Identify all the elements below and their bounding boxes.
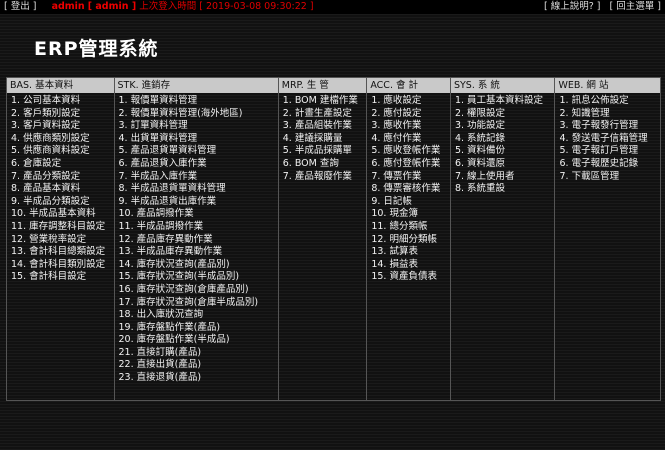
menu-item[interactable]: 6. 產品退貨入庫作業 (119, 158, 278, 171)
menu-item[interactable]: 3. 功能設定 (455, 120, 555, 133)
top-bar: [ 登出 ] admin [ admin ] 上次登入時間 [ 2019-03-… (0, 0, 665, 14)
top-bar-right: [ 線上說明? ] [ 回主選單 ] (544, 0, 661, 14)
menu-item[interactable]: 3. 應收作業 (371, 120, 450, 133)
menu-item[interactable]: 6. BOM 查詢 (283, 158, 367, 171)
menu-item[interactable]: 12. 明細分類帳 (371, 234, 450, 247)
top-bar-left: [ 登出 ] admin [ admin ] 上次登入時間 [ 2019-03-… (4, 0, 314, 14)
menu-item[interactable]: 3. 客戶資料設定 (11, 120, 114, 133)
menu-item[interactable]: 18. 出入庫狀況查詢 (119, 309, 278, 322)
menu-item[interactable]: 1. 訊息公佈設定 (559, 95, 660, 108)
menu-item[interactable]: 22. 直接出貨(產品) (119, 359, 278, 372)
menu-item[interactable]: 15. 庫存狀況查詢(半成品別) (119, 271, 278, 284)
menu-item[interactable]: 8. 產品基本資料 (11, 183, 114, 196)
menu-item[interactable]: 4. 出貨單資料管理 (119, 133, 278, 146)
menu-item[interactable]: 6. 資料還原 (455, 158, 555, 171)
menu-column-acc: ACC. 會 計 1. 應收設定 2. 應付設定 3. 應收作業 4. 應付作業 5. … (367, 78, 451, 400)
menu-item[interactable]: 3. 產品組裝作業 (283, 120, 367, 133)
menu-item[interactable]: 3. 訂單資料管理 (119, 120, 278, 133)
menu-item[interactable]: 4. 建議採購量 (283, 133, 367, 146)
menu-item[interactable]: 12. 產品庫存異動作業 (119, 234, 278, 247)
menu-item[interactable]: 1. 公司基本資料 (11, 95, 114, 108)
menu-item[interactable]: 17. 庫存狀況查詢(倉庫半成品別) (119, 297, 278, 310)
menu-item[interactable]: 15. 會計科目設定 (11, 271, 114, 284)
menu-item[interactable]: 2. 報價單資料管理(海外地區) (119, 108, 278, 121)
menu-item[interactable]: 2. 計畫生產設定 (283, 108, 367, 121)
menu-item[interactable]: 2. 權限設定 (455, 108, 555, 121)
menu-item[interactable]: 5. 電子報訂戶管理 (559, 145, 660, 158)
menu-item[interactable]: 5. 半成品採購單 (283, 145, 367, 158)
last-login-time: 上次登入時間 [ 2019-03-08 09:30:22 ] (139, 1, 314, 12)
menu-item[interactable]: 9. 半成品分類設定 (11, 196, 114, 209)
menu-column-mrp: MRP. 生 管 1. BOM 建檔作業 2. 計畫生產設定 3. 產品組裝作業 4.… (278, 78, 368, 400)
menu-item[interactable]: 4. 供應商類別設定 (11, 133, 114, 146)
menu-column-web: WEB. 網 站 1. 訊息公佈設定 2. 知識管理 3. 電子報發行管理 4. 發送… (555, 78, 660, 400)
menu-item[interactable]: 13. 半成品庫存異動作業 (119, 246, 278, 259)
menu-item[interactable]: 7. 半成品入庫作業 (119, 171, 278, 184)
menu-item[interactable]: 7. 線上使用者 (455, 171, 555, 184)
column-header-sys: SYS. 系 統 (450, 78, 555, 93)
menu-item[interactable]: 13. 試算表 (371, 246, 450, 259)
page-title: ERP管理系統 (34, 38, 159, 60)
menu-item[interactable]: 1. 員工基本資料設定 (455, 95, 555, 108)
menu-item[interactable]: 12. 營業稅率設定 (11, 234, 114, 247)
menu-item[interactable]: 16. 庫存狀況查詢(倉庫產品別) (119, 284, 278, 297)
menu-item[interactable]: 7. 下載區管理 (559, 171, 660, 184)
menu-column-bas: BAS. 基本資料 1. 公司基本資料 2. 客戶類別設定 3. 客戶資料設定 4. … (7, 78, 115, 400)
logout-link[interactable]: [ 登出 ] (4, 1, 36, 12)
menu-item[interactable]: 11. 半成品調撥作業 (119, 221, 278, 234)
menu-item[interactable]: 14. 庫存狀況查詢(產品別) (119, 259, 278, 272)
user-id: [ admin ] (87, 1, 137, 12)
menu-item[interactable]: 1. 應收設定 (371, 95, 450, 108)
menu-item[interactable]: 5. 產品退貨單資料管理 (119, 145, 278, 158)
menu-item[interactable]: 3. 電子報發行管理 (559, 120, 660, 133)
column-header-web: WEB. 網 站 (555, 78, 660, 93)
menu-item[interactable]: 10. 產品調撥作業 (119, 208, 278, 221)
menu-item[interactable]: 1. BOM 建檔作業 (283, 95, 367, 108)
menu-item[interactable]: 8. 半成品退貨單資料管理 (119, 183, 278, 196)
menu-item[interactable]: 10. 半成品基本資料 (11, 208, 114, 221)
menu-item[interactable]: 11. 總分類帳 (371, 221, 450, 234)
menu-item[interactable]: 2. 應付設定 (371, 108, 450, 121)
menu-item[interactable]: 23. 直接退貨(產品) (119, 372, 278, 385)
menu-item[interactable]: 4. 系統記錄 (455, 133, 555, 146)
menu-item[interactable]: 2. 知識管理 (559, 108, 660, 121)
menu-item[interactable]: 4. 發送電子信箱管理 (559, 133, 660, 146)
help-link[interactable]: [ 線上說明? ] (544, 1, 601, 12)
menu-column-sys: SYS. 系 統 1. 員工基本資料設定 2. 權限設定 3. 功能設定 4. 系統記… (450, 78, 556, 400)
module-menu-table: BAS. 基本資料 1. 公司基本資料 2. 客戶類別設定 3. 客戶資料設定 4. … (6, 77, 661, 401)
column-header-bas: BAS. 基本資料 (7, 78, 114, 93)
menu-item[interactable]: 6. 應付登帳作業 (371, 158, 450, 171)
menu-item[interactable]: 15. 資產負債表 (371, 271, 450, 284)
menu-item[interactable]: 14. 損益表 (371, 259, 450, 272)
menu-item[interactable]: 11. 庫存調整科目設定 (11, 221, 114, 234)
menu-item[interactable]: 2. 客戶類別設定 (11, 108, 114, 121)
menu-item[interactable]: 7. 產品分類設定 (11, 171, 114, 184)
menu-item[interactable]: 4. 應付作業 (371, 133, 450, 146)
column-header-acc: ACC. 會 計 (367, 78, 450, 93)
column-header-stk: STK. 進銷存 (114, 78, 278, 93)
menu-item[interactable]: 14. 會計科目類別設定 (11, 259, 114, 272)
menu-item[interactable]: 9. 半成品退貨出庫作業 (119, 196, 278, 209)
menu-item[interactable]: 10. 現金簿 (371, 208, 450, 221)
menu-item[interactable]: 1. 報價單資料管理 (119, 95, 278, 108)
menu-item[interactable]: 5. 資料備份 (455, 145, 555, 158)
menu-item[interactable]: 8. 傳票審核作業 (371, 183, 450, 196)
menu-item[interactable]: 8. 系統重設 (455, 183, 555, 196)
menu-item[interactable]: 13. 會計科目總類設定 (11, 246, 114, 259)
menu-item[interactable]: 5. 應收登帳作業 (371, 145, 450, 158)
menu-item[interactable]: 7. 產品報廢作業 (283, 171, 367, 184)
menu-item[interactable]: 7. 傳票作業 (371, 171, 450, 184)
menu-item[interactable]: 6. 電子報歷史記錄 (559, 158, 660, 171)
username: admin (51, 1, 85, 12)
menu-item[interactable]: 9. 日記帳 (371, 196, 450, 209)
main-menu-link[interactable]: [ 回主選單 ] (610, 1, 661, 12)
menu-column-stk: STK. 進銷存 1. 報價單資料管理 2. 報價單資料管理(海外地區) 3. 訂單… (114, 78, 279, 400)
menu-item[interactable]: 20. 庫存盤點作業(半成品) (119, 334, 278, 347)
menu-item[interactable]: 21. 直接訂購(產品) (119, 347, 278, 360)
column-header-mrp: MRP. 生 管 (278, 78, 367, 93)
menu-item[interactable]: 5. 供應商資料設定 (11, 145, 114, 158)
menu-item[interactable]: 6. 倉庫設定 (11, 158, 114, 171)
main-area: ERP管理系統 BAS. 基本資料 1. 公司基本資料 2. 客戶類別設定 3. 客… (0, 14, 665, 450)
menu-item[interactable]: 19. 庫存盤點作業(產品) (119, 322, 278, 335)
